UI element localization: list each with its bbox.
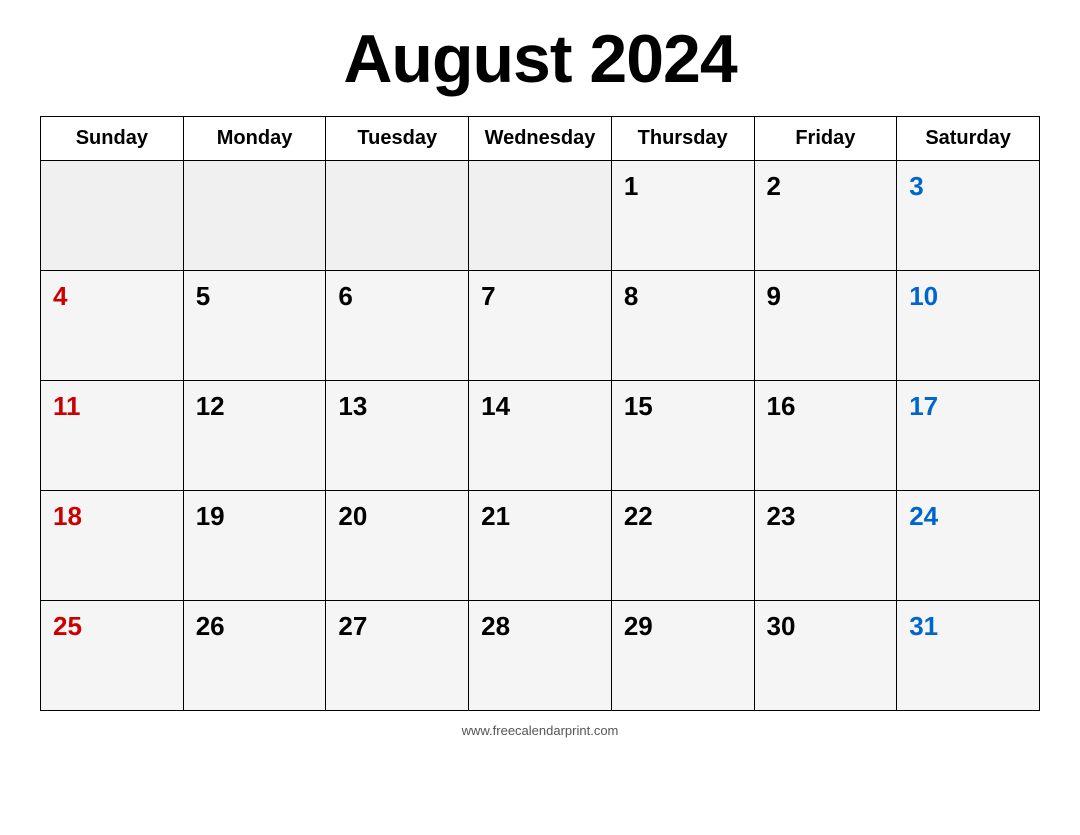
day-number: 7 [481,281,495,312]
calendar-day-cell: 24 [897,491,1040,601]
day-header-monday: Monday [183,117,326,161]
day-number: 9 [767,281,781,312]
calendar-day-cell: 4 [41,271,184,381]
day-number: 27 [338,611,367,642]
day-number: 25 [53,611,82,642]
calendar-day-cell: 31 [897,601,1040,711]
calendar-day-cell: 10 [897,271,1040,381]
calendar-week-row: 18 19 20 21 22 23 24 [41,491,1040,601]
day-number: 21 [481,501,510,532]
day-number: 6 [338,281,352,312]
day-number: 17 [909,391,938,422]
calendar-day-cell: 5 [183,271,326,381]
day-number: 2 [767,171,781,202]
calendar-day-cell [41,161,184,271]
calendar-week-row: 25 26 27 28 29 30 31 [41,601,1040,711]
calendar-day-cell: 29 [611,601,754,711]
day-number: 22 [624,501,653,532]
calendar-day-cell: 8 [611,271,754,381]
day-header-sunday: Sunday [41,117,184,161]
day-number: 11 [53,391,81,422]
calendar-day-cell: 30 [754,601,897,711]
day-number: 10 [909,281,938,312]
day-header-wednesday: Wednesday [469,117,612,161]
day-number: 30 [767,611,796,642]
calendar-week-row: 4 5 6 7 8 9 10 [41,271,1040,381]
calendar-day-cell: 18 [41,491,184,601]
calendar-day-cell: 27 [326,601,469,711]
calendar-day-cell [183,161,326,271]
day-number: 26 [196,611,225,642]
calendar-day-cell: 20 [326,491,469,601]
day-number: 16 [767,391,796,422]
calendar-title: August 2024 [343,20,736,98]
day-header-friday: Friday [754,117,897,161]
calendar-day-cell: 26 [183,601,326,711]
calendar-day-cell: 9 [754,271,897,381]
day-number: 24 [909,501,938,532]
day-header-tuesday: Tuesday [326,117,469,161]
calendar-day-cell: 1 [611,161,754,271]
calendar-day-cell: 19 [183,491,326,601]
calendar-day-cell: 17 [897,381,1040,491]
calendar-day-cell: 11 [41,381,184,491]
footer-url: www.freecalendarprint.com [462,723,619,738]
calendar-day-cell: 12 [183,381,326,491]
calendar-day-cell [326,161,469,271]
calendar-week-row: 11 12 13 14 15 16 17 [41,381,1040,491]
day-header-thursday: Thursday [611,117,754,161]
day-header-saturday: Saturday [897,117,1040,161]
day-number: 8 [624,281,638,312]
calendar-day-cell: 23 [754,491,897,601]
day-number: 14 [481,391,510,422]
calendar-day-cell: 6 [326,271,469,381]
calendar-day-cell: 3 [897,161,1040,271]
day-number: 29 [624,611,653,642]
day-number: 3 [909,171,923,202]
calendar-table: SundayMondayTuesdayWednesdayThursdayFrid… [40,116,1040,711]
day-number: 20 [338,501,367,532]
calendar-day-cell: 13 [326,381,469,491]
calendar-day-cell: 16 [754,381,897,491]
day-number: 23 [767,501,796,532]
calendar-day-cell: 7 [469,271,612,381]
day-number: 5 [196,281,210,312]
day-number: 15 [624,391,653,422]
calendar-day-cell: 14 [469,381,612,491]
day-number: 1 [624,171,638,202]
day-number: 28 [481,611,510,642]
day-number: 19 [196,501,225,532]
calendar-day-cell: 21 [469,491,612,601]
calendar-day-cell: 2 [754,161,897,271]
day-number: 18 [53,501,82,532]
day-number: 13 [338,391,367,422]
calendar-day-cell: 28 [469,601,612,711]
calendar-week-row: 1 2 3 [41,161,1040,271]
day-number: 12 [196,391,225,422]
calendar-day-cell [469,161,612,271]
calendar-day-cell: 25 [41,601,184,711]
calendar-day-cell: 15 [611,381,754,491]
days-of-week-row: SundayMondayTuesdayWednesdayThursdayFrid… [41,117,1040,161]
calendar-day-cell: 22 [611,491,754,601]
day-number: 4 [53,281,67,312]
day-number: 31 [909,611,938,642]
